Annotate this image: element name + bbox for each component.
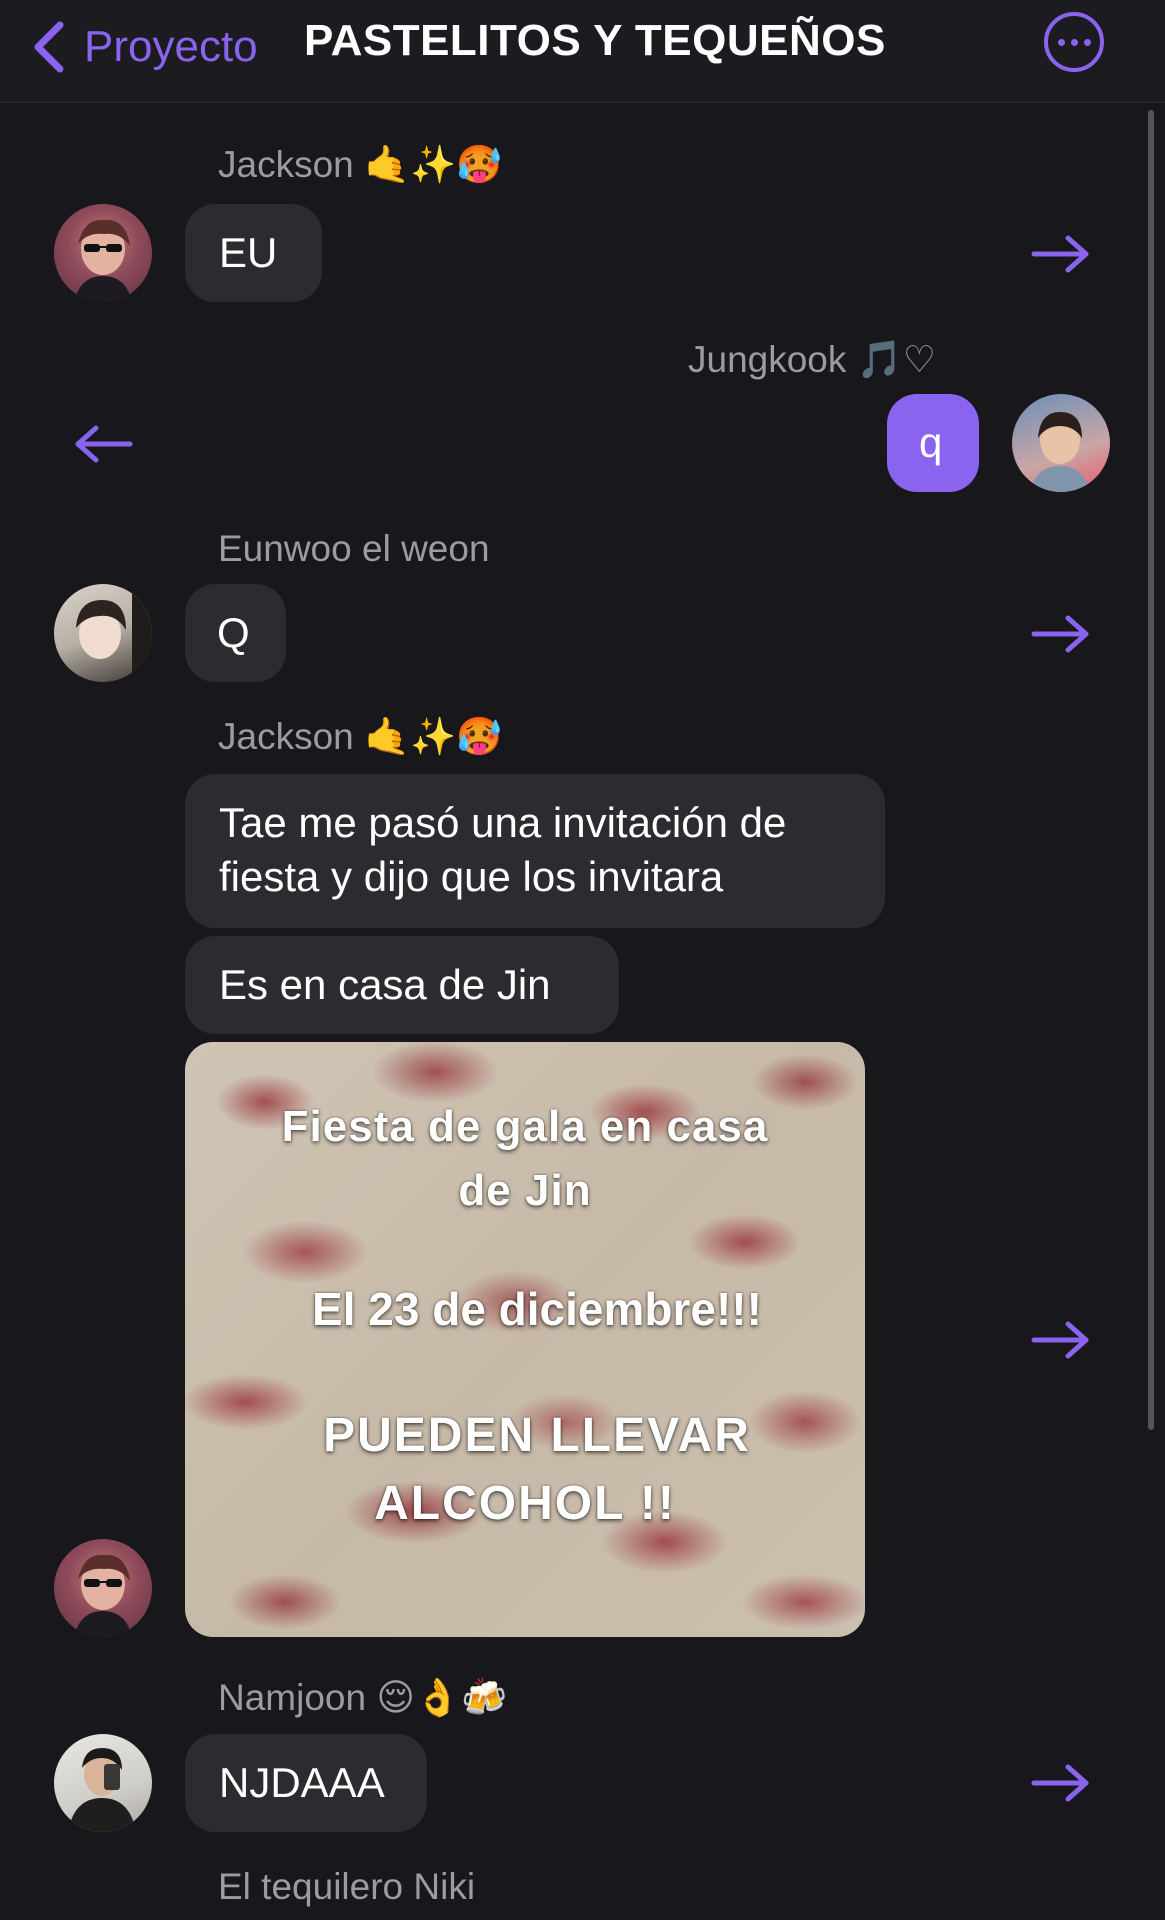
avatar-jackson-icon — [54, 204, 152, 302]
avatar[interactable] — [54, 1539, 152, 1637]
avatar[interactable] — [54, 204, 152, 302]
avatar-jackson-icon — [54, 1539, 152, 1637]
chat-header: Proyecto PASTELITOS Y TEQUEÑOS — [0, 0, 1165, 103]
avatar[interactable] — [1012, 394, 1110, 492]
dot-icon — [1083, 38, 1091, 46]
message-bubble[interactable]: Tae me pasó una invitación de fiesta y d… — [185, 774, 885, 928]
more-options-button[interactable] — [1044, 12, 1104, 72]
invitation-line: PUEDEN LLEVAR — [323, 1409, 751, 1462]
dot-icon — [1057, 38, 1065, 46]
chevron-left-icon — [34, 21, 64, 73]
scrollbar[interactable] — [1148, 110, 1154, 1430]
invitation-line: de Jin — [458, 1166, 592, 1215]
back-arrow-icon[interactable] — [72, 424, 134, 464]
forward-arrow-icon[interactable] — [1030, 614, 1092, 654]
invitation-line: El 23 de diciembre!!! — [312, 1283, 762, 1335]
message-bubble[interactable]: q — [887, 394, 979, 492]
message-text-line: fiesta y dijo que los invitara — [219, 853, 724, 900]
back-label: Proyecto — [84, 22, 258, 71]
sender-name: Jungkook 🎵♡ — [688, 339, 936, 380]
back-button[interactable]: Proyecto — [30, 12, 258, 82]
message-bubble[interactable]: EU — [185, 204, 322, 302]
avatar-eunwoo-icon — [76, 594, 152, 682]
invitation-image[interactable]: Fiesta de gala en casa de Jin El 23 de d… — [185, 1042, 865, 1637]
avatar-namjoon-icon — [68, 1748, 136, 1832]
sender-name: Namjoon 😌👌🍻 — [218, 1677, 508, 1718]
avatar[interactable] — [54, 584, 152, 682]
avatar-jungkook-icon — [1030, 412, 1090, 492]
forward-arrow-icon[interactable] — [1030, 1763, 1092, 1803]
chat-title: PASTELITOS Y TEQUEÑOS — [304, 16, 886, 65]
forward-arrow-icon[interactable] — [1030, 1320, 1092, 1360]
avatar[interactable] — [54, 1734, 152, 1832]
message-bubble[interactable]: Q — [185, 584, 286, 682]
sender-name: El tequilero Niki — [218, 1866, 476, 1907]
dot-icon — [1070, 38, 1078, 46]
message-bubble[interactable]: Es en casa de Jin — [185, 936, 619, 1034]
forward-arrow-icon[interactable] — [1030, 234, 1092, 274]
invitation-line: Fiesta de gala en casa — [281, 1102, 769, 1151]
sender-name: Jackson 🤙✨🥵 — [218, 144, 503, 185]
chat-screen: Proyecto PASTELITOS Y TEQUEÑOS Jackson 🤙… — [0, 0, 1165, 1920]
invitation-line: ALCOHOL !! — [374, 1477, 676, 1530]
message-bubble[interactable]: NJDAAA — [185, 1734, 427, 1832]
sender-name: Eunwoo el weon — [218, 528, 490, 569]
sender-name: Jackson 🤙✨🥵 — [218, 716, 503, 757]
message-text-line: Tae me pasó una invitación de — [219, 799, 787, 846]
